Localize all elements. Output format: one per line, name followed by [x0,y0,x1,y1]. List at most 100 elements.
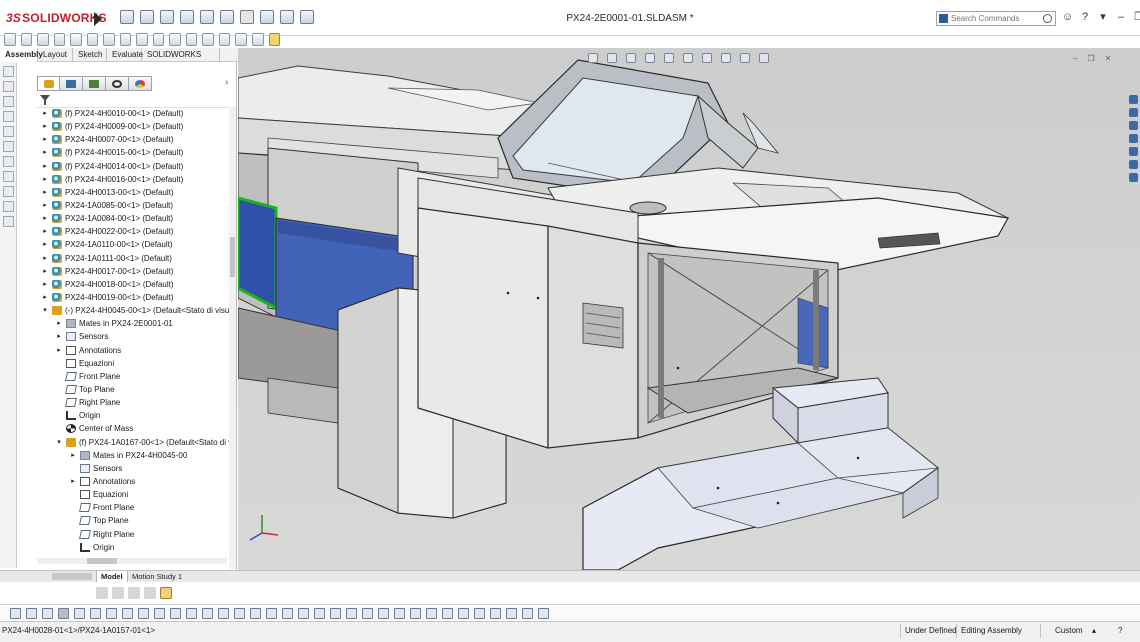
tree-item[interactable]: Origin [17,541,229,554]
minimize-icon[interactable]: – [1116,11,1126,23]
search-commands-box[interactable] [936,11,1056,26]
chevron-right-icon[interactable]: ▸ [69,449,77,462]
chevron-down-icon[interactable]: ▾ [41,304,49,317]
reference-geometry-icon[interactable] [136,32,148,46]
tolerance-icon[interactable] [298,607,309,619]
note-icon[interactable] [250,607,261,619]
custom-properties-icon[interactable] [1129,160,1138,169]
smart-dimension-icon[interactable] [112,587,124,599]
sketch-tool-icon[interactable] [3,141,14,152]
tab-property-manager[interactable] [60,76,83,91]
select-dropdown-icon[interactable] [74,607,85,619]
hole-alignment-icon[interactable] [251,32,264,46]
center-mark-icon[interactable] [378,607,389,619]
cosmetic-thread-icon[interactable] [394,607,405,619]
open-folder-icon[interactable] [160,10,174,24]
balloon-icon[interactable] [330,607,341,619]
tree-item[interactable]: ▸ (f) PX24-4H0015-00<1> (Default) [17,146,229,159]
scrollbar-thumb[interactable] [230,237,235,277]
chevron-up-icon[interactable]: ▴ [1092,626,1096,635]
chevron-right-icon[interactable]: ▸ [41,238,49,251]
solidworks-forum-icon[interactable] [1129,173,1138,182]
tree-item[interactable]: ▸ PX24-4H0019-00<1> (Default) [17,291,229,304]
tree-item[interactable]: Sensors [17,462,229,475]
new-motion-study-icon[interactable] [152,32,165,46]
sketch-tool-icon[interactable] [3,171,14,182]
tree-item[interactable]: ▸ Annotations [17,475,229,488]
tree-item[interactable]: Origin [17,409,229,422]
clearance-verification-icon[interactable] [235,32,247,46]
relation-icon[interactable] [234,607,245,619]
design-library-icon[interactable] [1129,108,1138,117]
sketch-point-icon[interactable] [186,607,197,619]
tree-item[interactable]: ▸ PX24-1A0084-00<1> (Default) [17,212,229,225]
coordinate-icon[interactable] [170,607,181,619]
plane-icon[interactable] [122,607,133,619]
tree-item[interactable]: ▸ PX24-1A0085-00<1> (Default) [17,199,229,212]
save-icon[interactable] [180,10,194,24]
tree-item[interactable]: ▸ (f) PX24-4H0016-00<1> (Default) [17,173,229,186]
chevron-right-icon[interactable]: ▸ [41,120,49,133]
stack-balloon-icon[interactable] [506,607,517,619]
linear-pattern-icon[interactable] [53,32,66,46]
tree-item[interactable]: Right Plane [17,396,229,409]
chevron-right-icon[interactable]: ▸ [41,252,49,265]
tab-display-manager[interactable] [129,76,152,91]
part-icon[interactable] [154,607,165,619]
chevron-right-icon[interactable]: ▸ [55,317,63,330]
tree-item[interactable]: ▸ Annotations [17,344,229,357]
search-icon[interactable] [1043,14,1052,23]
appearances-icon[interactable] [1129,147,1138,156]
search-input[interactable] [951,12,1043,25]
move-component-icon[interactable] [86,32,99,46]
tab-scroll-buttons[interactable] [52,573,92,580]
help-dropdown-icon[interactable]: ▾ [1098,11,1108,23]
sketch-tool-icon[interactable] [3,126,14,137]
tree-item[interactable]: Front Plane [17,501,229,514]
filter-vertices-icon[interactable] [10,607,21,619]
active-view-icon[interactable] [160,587,172,599]
chevron-right-icon[interactable]: ▸ [41,199,49,212]
table-icon[interactable] [426,607,437,619]
horizontal-scrollbar[interactable] [37,558,227,564]
weld-icon[interactable] [266,607,277,619]
previous-view-icon[interactable] [626,53,636,63]
chevron-right-icon[interactable]: ▸ [41,146,49,159]
tree-item[interactable]: ▸ Mates in PX24-2E0001-01 [17,317,229,330]
options-gear-icon[interactable] [300,10,314,24]
mate-icon[interactable] [20,32,33,46]
tree-item[interactable]: ▸ PX24-4H0022-00<1> (Default) [17,225,229,238]
display-style-icon[interactable] [683,53,693,63]
tree-item[interactable]: ▸ (f) PX24-4H0014-00<1> (Default) [17,160,229,173]
sketch-tool-icon[interactable] [3,111,14,122]
insert-components-icon[interactable] [4,32,16,46]
tree-item[interactable]: Top Plane [17,514,229,527]
interference-detection-icon[interactable] [218,32,231,46]
search-scope-icon[interactable] [939,14,948,23]
tree-item[interactable]: Right Plane [17,528,229,541]
tree-item[interactable]: ▸ (f) PX24-4H0010-00<1> (Default) [17,107,229,120]
select-cursor-icon[interactable] [240,10,254,24]
magnet-line-icon[interactable] [474,607,485,619]
tab-evaluate[interactable]: Evaluate [107,48,143,62]
tree-item[interactable]: ▾ (-) PX24-4H0045-00<1> (Default<Stato di… [17,304,236,317]
chevron-right-icon[interactable]: ▸ [41,107,49,120]
chevron-down-icon[interactable]: ▾ [55,436,63,449]
tab-layout[interactable]: Layout [38,48,73,62]
origin-icon[interactable] [106,607,117,619]
zoom-area-icon[interactable] [607,53,617,63]
new-document-icon[interactable] [140,10,154,24]
dimension-icon[interactable] [218,607,229,619]
tree-item[interactable]: ▸ PX24-1A0111-00<1> (Default) [17,252,229,265]
hide-show-items-icon[interactable] [702,53,712,63]
revision-icon[interactable] [442,607,453,619]
tree-item[interactable]: Center of Mass [17,422,229,435]
file-properties-icon[interactable] [280,10,294,24]
edit-appearance-icon[interactable] [721,53,731,63]
chevron-right-icon[interactable]: ▸ [41,225,49,238]
minimize-icon[interactable]: – [1073,54,1077,63]
select-cursor-icon[interactable] [58,607,69,619]
chevron-right-icon[interactable]: ▸ [41,212,49,225]
tree-item[interactable]: Front Plane [17,370,229,383]
tab-solidworks-add-ins[interactable]: SOLIDWORKS Add-Ins [142,48,220,72]
